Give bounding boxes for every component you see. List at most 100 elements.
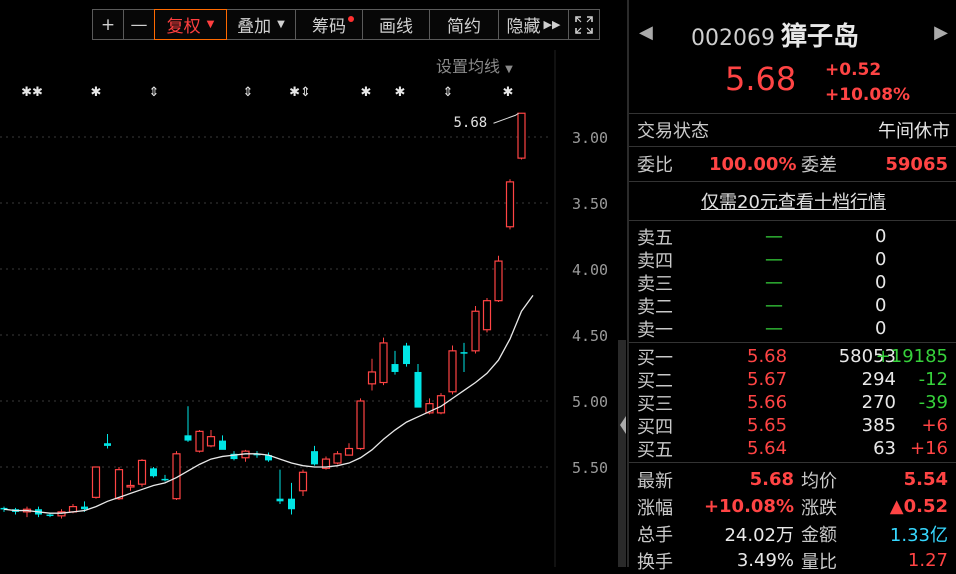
fullscreen-button[interactable] [568,9,600,40]
diff-value: ▲0.52 [889,496,948,517]
chouma-label: 筹码 [312,17,346,37]
pct-value: +10.08% [703,496,794,517]
huaxian-label: 画线 [379,17,413,37]
candle-body-down [230,453,238,460]
candle-body-up [333,453,342,464]
candle-body-up [321,458,331,469]
ask-row[interactable]: 卖四 —0 [629,248,956,272]
candle-body-up [517,112,526,159]
event-marker-icon: ✱ [395,85,406,100]
bid-volume: 385 [861,415,896,436]
bid-row[interactable]: 买三 5.66 270 -39 [629,391,956,415]
candle-body-up [471,310,480,352]
yincang-button[interactable]: 隐藏 ▶▶ [498,9,569,40]
ask-volume: 0 [875,226,887,247]
caret-down-icon: ▼ [277,19,285,30]
diejia-label: 叠加 [237,17,272,37]
ask-row[interactable]: 卖三 —0 [629,271,956,295]
kline-chart-area[interactable]: + — 复权 ▼ 叠加 ▼ 筹码 画线 简约 隐藏 ▶▶ 设置均线 ▼ 5.50 5.0… [0,0,626,567]
caret-down-icon: ▼ [206,19,215,30]
amount-value: 1.33亿 [889,524,948,546]
zoom-in-button[interactable]: + [92,9,124,40]
fuquan-label: 复权 [166,17,201,37]
y-tick-label: 3.00 [572,129,608,147]
quote-panel: ◀ 002069 獐子岛 ▶ 5.68 +0.52 +10.08% 交易状态 午间… [627,0,956,573]
candle-body-down [0,507,8,510]
ten-level-quote-link[interactable]: 仅需20元查看十档行情 [701,188,886,214]
candle-body-down [288,498,295,510]
hands-label: 总手 [637,524,673,546]
chouma-button[interactable]: 筹码 [295,9,363,40]
candle-body-up [57,511,66,517]
candle-body-down [311,451,318,465]
candle-body-up [344,447,354,456]
candle-body-up [448,350,457,393]
ask-volume: 0 [875,272,887,293]
bid-row[interactable]: 买五 5.64 63 +16 [629,437,956,461]
y-tick-label: 5.00 [572,393,608,411]
weibi-label: 委比 [637,155,673,176]
weibi-value: 100.00% [709,153,797,175]
candle-body-down [403,345,410,365]
ask-row[interactable]: 卖五 —0 [629,225,956,249]
jianyue-button[interactable]: 简约 [429,9,499,40]
candle-body-up [91,466,101,498]
candle-body-up [172,453,181,500]
turnover-value: 3.49% [736,550,794,571]
fuquan-button[interactable]: 复权 ▼ [154,9,227,40]
zoom-out-button[interactable]: — [123,9,155,40]
bid-volume: 270 [861,392,896,413]
diejia-button[interactable]: 叠加 ▼ [226,9,296,40]
bid-delta: +19185 [875,346,948,367]
candle-body-up [114,469,124,500]
bid-row[interactable]: 买四 5.65 385 +6 [629,414,956,438]
ask-volume: 0 [875,318,887,339]
yincang-label: 隐藏 [506,17,541,37]
candle-body-up [356,400,365,450]
ask-label: 卖一 [637,319,673,341]
avg-value: 5.54 [903,469,948,490]
candle-body-down [391,364,399,372]
setting-ma-button[interactable]: 设置均线 ▼ [436,53,513,77]
candle-body-down [150,468,157,477]
candle-body-down [265,455,272,461]
weicha-value: 59065 [885,153,948,175]
ask-row[interactable]: 卖二 —0 [629,294,956,318]
candle-body-up [22,508,32,513]
event-marker-icon: ⇕ [149,85,160,100]
turnover-label: 换手 [637,551,673,573]
bid-row[interactable]: 买二 5.67 294 -12 [629,368,956,392]
event-marker-icon: ⇕ [443,85,454,100]
candle-body-up [367,371,377,385]
candle-body-down [161,478,169,481]
trade-status-row: 交易状态 午间休市 [629,114,956,147]
hands-value: 24.02万 [724,524,794,546]
bid-label: 买五 [637,439,673,461]
chart-toolbar: + — 复权 ▼ 叠加 ▼ 筹码 画线 简约 隐藏 ▶▶ [92,9,600,42]
ask-price: — [765,249,783,270]
ask-price: — [765,272,783,293]
scroll-handle-icon [620,416,626,434]
price-change-block: +0.52 +10.08% [825,58,910,108]
stock-code: 002069 [691,26,775,51]
huaxian-button[interactable]: 画线 [362,9,430,40]
y-tick-label: 4.50 [572,327,608,345]
prev-stock-button[interactable]: ◀ [639,22,653,43]
ask-row[interactable]: 卖一 — 0 [629,317,956,341]
stock-title: 002069 獐子岛 [691,16,859,53]
next-stock-button[interactable]: ▶ [934,22,948,43]
double-right-arrow-icon: ▶▶ [543,18,561,31]
event-marker-icon: ⇕ [243,85,254,100]
stats-row: 涨幅 +10.08% 涨跌 ▲0.52 [629,493,956,520]
bid-row[interactable]: 买一 5.68 58053 +19185 [629,345,956,369]
jianyue-label: 简约 [447,17,481,37]
ask-list: 卖五 —0 卖四 —0 卖三 —0 卖二 —0 卖一 —0 [629,221,956,343]
candle-body-down [12,509,19,512]
candle-body-down [219,440,226,450]
expand-icon [575,15,593,34]
plus-icon: + [100,14,116,35]
event-marker-icon: ✱ [503,85,514,100]
minus-icon: — [130,14,148,35]
price-change-pct: +10.08% [825,85,911,105]
y-tick-label: 5.50 [572,459,608,477]
